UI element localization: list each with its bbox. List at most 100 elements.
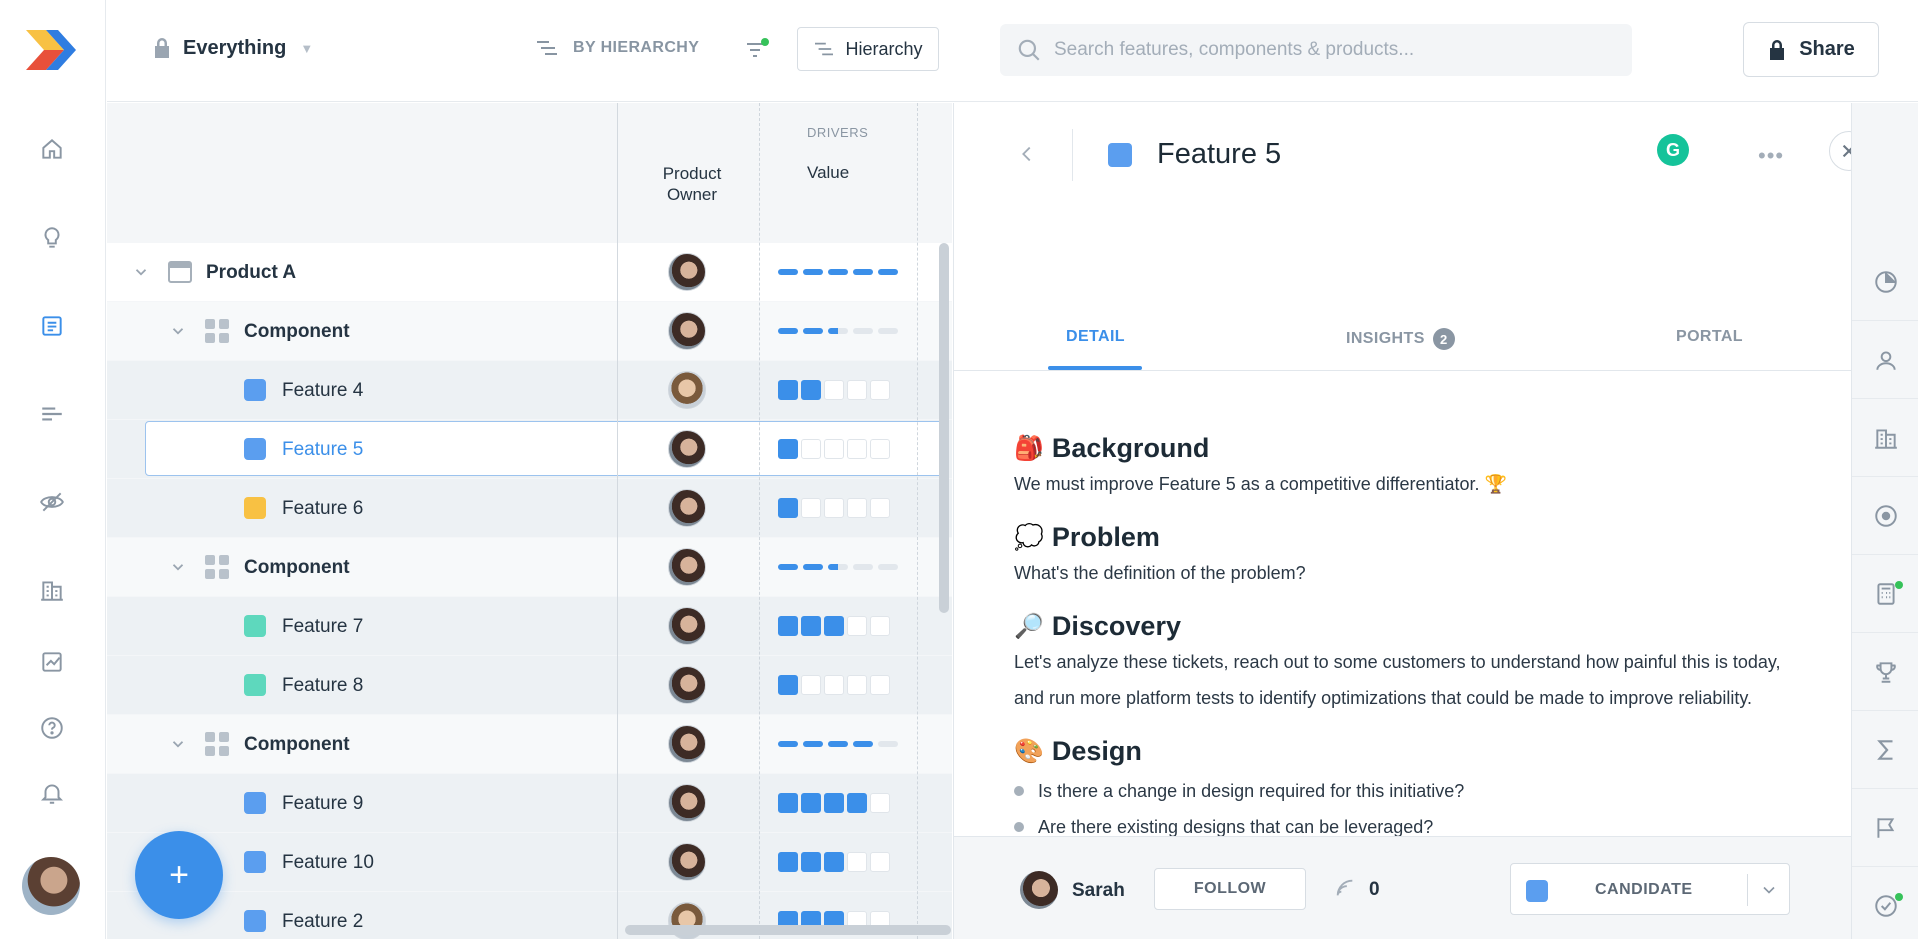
home-icon[interactable] <box>36 133 68 165</box>
owner-avatar[interactable] <box>668 548 706 586</box>
row-name[interactable]: Feature 4 <box>282 380 363 402</box>
feature-row[interactable]: Feature 8 <box>107 656 952 714</box>
target-icon[interactable] <box>1852 477 1918 555</box>
value-score-bar[interactable] <box>778 675 890 695</box>
scope-selector[interactable]: Everything ▼ <box>151 36 313 60</box>
feature-row[interactable]: Feature 9 <box>107 774 952 832</box>
chevron-down-icon[interactable] <box>1759 880 1779 900</box>
owner-avatar[interactable] <box>668 666 706 704</box>
help-icon[interactable] <box>36 712 68 744</box>
person-icon[interactable] <box>1852 321 1918 399</box>
row-name[interactable]: Component <box>244 321 350 343</box>
trophy-icon[interactable] <box>1852 633 1918 711</box>
owner-avatar[interactable] <box>668 725 706 763</box>
row-name[interactable]: Feature 5 <box>282 439 363 461</box>
vertical-scrollbar[interactable] <box>939 243 949 613</box>
feature-row[interactable]: Feature 7 <box>107 597 952 655</box>
analytics-icon[interactable] <box>36 646 68 678</box>
flag-icon[interactable] <box>1852 789 1918 867</box>
filter-icon[interactable] <box>743 36 771 64</box>
calculator-icon[interactable] <box>1852 555 1918 633</box>
row-name[interactable]: Feature 6 <box>282 498 363 520</box>
companies-icon[interactable] <box>36 574 68 606</box>
feature-row[interactable]: Feature 5 <box>107 420 952 478</box>
component-row[interactable]: Component <box>107 538 952 596</box>
share-button[interactable]: Share <box>1743 22 1879 77</box>
feature-color-swatch[interactable] <box>1108 143 1132 167</box>
feature-row[interactable]: Feature 10 <box>107 833 952 891</box>
feature-title[interactable]: Feature 5 <box>1157 138 1281 171</box>
feed-signal-icon[interactable] <box>1334 877 1356 899</box>
notifications-bell-icon[interactable] <box>36 777 68 809</box>
user-avatar[interactable] <box>22 857 80 915</box>
product-row[interactable]: Product A <box>107 243 952 301</box>
row-name[interactable]: Feature 2 <box>282 911 363 933</box>
hidden-eye-icon[interactable] <box>36 486 68 518</box>
value-segment <box>824 380 844 400</box>
features-board-icon[interactable] <box>36 310 68 342</box>
search-bar[interactable] <box>1000 24 1632 76</box>
add-button[interactable]: + <box>135 831 223 919</box>
value-segment <box>853 269 873 275</box>
value-score-bar[interactable] <box>778 439 890 459</box>
component-row[interactable]: Component <box>107 302 952 360</box>
pie-chart-icon[interactable] <box>1852 243 1918 321</box>
row-name[interactable]: Component <box>244 557 350 579</box>
row-name[interactable]: Feature 8 <box>282 675 363 697</box>
back-chevron-icon[interactable] <box>1016 143 1038 165</box>
row-name[interactable]: Feature 9 <box>282 793 363 815</box>
row-name[interactable]: Feature 10 <box>282 852 374 874</box>
more-options-icon[interactable]: ••• <box>1758 143 1784 169</box>
check-circle-icon[interactable] <box>1852 867 1918 939</box>
sigma-icon[interactable] <box>1852 711 1918 789</box>
feature-row[interactable]: Feature 6 <box>107 479 952 537</box>
group-by-control[interactable]: BY HIERARCHY <box>535 38 699 58</box>
follow-button[interactable]: FOLLOW <box>1154 868 1306 910</box>
roadmap-icon[interactable] <box>36 398 68 430</box>
value-segment <box>828 741 848 747</box>
owner-avatar[interactable] <box>668 489 706 527</box>
row-name[interactable]: Feature 7 <box>282 616 363 638</box>
value-score-bar[interactable] <box>778 564 898 570</box>
value-score-bar[interactable] <box>778 852 890 872</box>
value-score-bar[interactable] <box>778 380 890 400</box>
detail-content[interactable]: 🎒 Background We must improve Feature 5 a… <box>1014 433 1804 865</box>
companies-icon[interactable] <box>1852 399 1918 477</box>
value-score-bar[interactable] <box>778 793 890 813</box>
feature-row[interactable]: Feature 4 <box>107 361 952 419</box>
status-selector[interactable]: CANDIDATE <box>1510 863 1790 915</box>
owner-avatar[interactable] <box>1020 871 1058 909</box>
owner-avatar[interactable] <box>668 371 706 409</box>
hierarchy-button[interactable]: Hierarchy <box>797 27 939 71</box>
chevron-down-icon[interactable] <box>169 735 187 753</box>
grammarly-icon[interactable]: G <box>1657 134 1689 166</box>
value-score-bar[interactable] <box>778 328 898 334</box>
owner-avatar[interactable] <box>668 784 706 822</box>
chevron-down-icon[interactable] <box>169 558 187 576</box>
value-score-bar[interactable] <box>778 269 898 275</box>
value-score-bar[interactable] <box>778 498 890 518</box>
caret-down-icon: ▼ <box>300 40 314 56</box>
tab-portal[interactable]: PORTAL <box>1676 328 1743 346</box>
chevron-down-icon[interactable] <box>132 263 150 281</box>
row-name[interactable]: Product A <box>206 262 296 284</box>
owner-avatar[interactable] <box>668 430 706 468</box>
tab-insights[interactable]: INSIGHTS 2 <box>1346 328 1455 350</box>
value-column-header[interactable]: Value <box>807 163 849 183</box>
row-name[interactable]: Component <box>244 734 350 756</box>
horizontal-scrollbar[interactable] <box>625 925 951 935</box>
owner-name[interactable]: Sarah <box>1072 880 1125 902</box>
owner-avatar[interactable] <box>668 253 706 291</box>
owner-avatar[interactable] <box>668 843 706 881</box>
owner-avatar[interactable] <box>668 312 706 350</box>
value-score-bar[interactable] <box>778 741 898 747</box>
tab-detail[interactable]: DETAIL <box>1066 328 1125 346</box>
owner-column-header[interactable]: Product Owner <box>637 163 747 205</box>
value-score-bar[interactable] <box>778 616 890 636</box>
chevron-down-icon[interactable] <box>169 322 187 340</box>
owner-avatar[interactable] <box>668 607 706 645</box>
lightbulb-icon[interactable] <box>36 222 68 254</box>
search-input[interactable] <box>1054 39 1614 61</box>
component-row[interactable]: Component <box>107 715 952 773</box>
app-logo[interactable] <box>24 28 78 72</box>
